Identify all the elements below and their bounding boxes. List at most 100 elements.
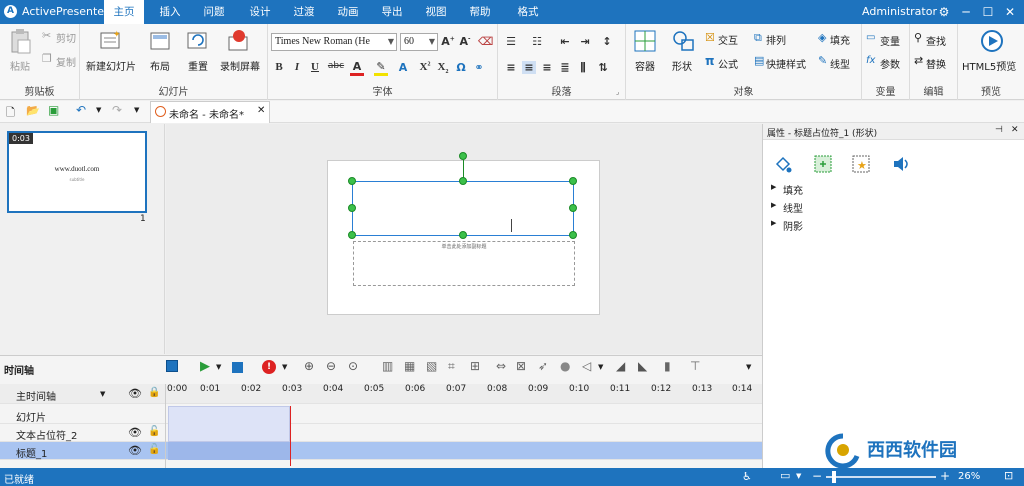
play-preview-icon[interactable] — [980, 29, 1004, 53]
reset-icon[interactable] — [187, 30, 209, 50]
underline-icon[interactable]: U — [308, 61, 322, 73]
resize-handle-ne[interactable] — [569, 177, 577, 185]
audio-icon[interactable] — [891, 154, 911, 174]
record-dropdown-icon[interactable]: ▼ — [282, 363, 287, 371]
zoom-slider-thumb[interactable] — [832, 471, 836, 483]
playhead-end-marker[interactable] — [290, 406, 291, 466]
layout-icon[interactable] — [150, 32, 170, 50]
tab-view[interactable]: 视图 — [418, 0, 454, 24]
arrange-button[interactable]: 排列 — [766, 32, 786, 47]
tab-animations[interactable]: 动画 — [330, 0, 366, 24]
title-object-bar[interactable] — [168, 442, 290, 460]
fill-button[interactable]: 填充 — [830, 32, 850, 47]
redo-icon[interactable]: ↷ — [112, 103, 122, 117]
line-icon[interactable]: ✎ — [818, 54, 827, 67]
fit-width-icon[interactable]: ⇔ — [496, 359, 506, 373]
tab-transitions[interactable]: 过渡 — [286, 0, 322, 24]
close-tab-icon[interactable]: ✕ — [257, 105, 265, 116]
tab-home[interactable]: 主页 — [104, 0, 144, 24]
cut-button[interactable]: 剪切 — [56, 30, 76, 45]
paste-icon[interactable] — [9, 28, 31, 54]
zoom-out-icon[interactable]: ⊖ — [326, 359, 336, 373]
undo-dropdown-icon[interactable]: ▼ — [96, 106, 101, 114]
slide-thumbnail[interactable]: 0:03 www.duotl.com subtitle — [7, 131, 147, 213]
resize-handle-e[interactable] — [569, 204, 577, 212]
tab-export[interactable]: 导出 — [374, 0, 410, 24]
params-icon[interactable]: fx — [866, 55, 875, 66]
fill-properties-icon[interactable] — [773, 154, 793, 174]
align-center-icon[interactable]: ≡ — [522, 61, 536, 74]
redo-dropdown-icon[interactable]: ▼ — [134, 106, 139, 114]
lock-icon[interactable]: 🔒 — [148, 387, 160, 398]
lock-icon[interactable]: 🔓 — [148, 444, 160, 455]
undo-icon[interactable]: ↶ — [76, 103, 86, 117]
text-direction-icon[interactable]: ⇅ — [596, 61, 610, 74]
zoom-out-button[interactable]: − — [812, 469, 822, 483]
track-row-text-placeholder[interactable]: 文本占位符_2 👁 🔓 — [0, 424, 762, 442]
shape-icon[interactable] — [672, 30, 696, 52]
play-icon[interactable]: ▶ — [200, 359, 210, 374]
section-line[interactable]: 线型 — [783, 200, 803, 215]
align-left-icon[interactable]: ≡ — [504, 61, 518, 74]
tab-format[interactable]: 格式 — [508, 0, 548, 24]
volume-icon[interactable]: ◁ — [582, 359, 591, 373]
params-button[interactable]: 参数 — [880, 56, 900, 71]
align-right-icon[interactable]: ≡ — [540, 61, 554, 74]
symbol-icon[interactable]: Ω — [454, 61, 468, 74]
line-style-button[interactable]: 线型 — [830, 56, 850, 71]
resize-handle-nw[interactable] — [348, 177, 356, 185]
reset-button[interactable]: 重置 — [188, 58, 208, 73]
record-icon[interactable]: ! — [262, 360, 276, 374]
replace-icon[interactable]: ⇄ — [914, 54, 923, 67]
copy-button[interactable]: 复制 — [56, 54, 76, 69]
cut-icon[interactable]: ✂ — [42, 29, 51, 42]
quick-style-icon[interactable]: ▤ — [754, 54, 764, 67]
paste-button[interactable]: 粘贴 — [10, 58, 30, 73]
tab-insert[interactable]: 插入 — [150, 0, 190, 24]
font-color-icon[interactable]: A — [350, 60, 364, 76]
variable-icon[interactable]: ▭ — [866, 32, 875, 43]
align-icon[interactable]: ▥ — [382, 359, 393, 373]
copy-icon[interactable]: ❐ — [42, 52, 52, 65]
formula-button[interactable]: 公式 — [718, 56, 738, 71]
justify-icon[interactable]: ≣ — [558, 61, 572, 74]
distribute-icon[interactable]: ▦ — [404, 359, 415, 373]
size-position-icon[interactable] — [813, 154, 833, 174]
bullets-icon[interactable]: ☰ — [504, 35, 518, 48]
columns-icon[interactable]: ⫼ — [576, 61, 590, 75]
visibility-icon[interactable]: 👁 — [128, 426, 142, 439]
resize-handle-se[interactable] — [569, 231, 577, 239]
clear-format-icon[interactable]: ⌫ — [478, 35, 494, 48]
decrease-indent-icon[interactable]: ⇤ — [558, 35, 572, 48]
cursor-path-icon[interactable]: ➶ — [538, 359, 548, 373]
font-family-select[interactable]: Times New Roman (He ▼ — [271, 33, 397, 51]
freeze-icon[interactable]: ⊠ — [516, 359, 526, 373]
text-effect-icon[interactable]: A — [396, 61, 410, 74]
opacity-icon[interactable]: ● — [560, 359, 570, 373]
grow-font-icon[interactable]: A+ — [441, 35, 455, 48]
user-name[interactable]: Administrator — [862, 5, 937, 18]
resize-handle-n[interactable] — [459, 177, 467, 185]
section-shadow[interactable]: 阴影 — [783, 218, 803, 233]
section-expand-icon[interactable]: ▶ — [771, 201, 776, 209]
strikethrough-icon[interactable]: abc — [326, 61, 346, 71]
new-document-icon[interactable]: 🗋 — [6, 104, 15, 123]
maximize-button[interactable]: ☐ — [978, 2, 998, 22]
resize-handle-sw[interactable] — [348, 231, 356, 239]
record-screen-button[interactable]: 录制屏幕 — [220, 58, 260, 73]
font-size-select[interactable]: 60 ▼ — [400, 33, 438, 51]
close-panel-icon[interactable]: ✕ — [1011, 125, 1019, 135]
replace-button[interactable]: 替换 — [926, 56, 946, 71]
layout-button[interactable]: 布局 — [150, 58, 170, 73]
subscript-icon[interactable]: X2 — [436, 61, 450, 75]
audio-level-icon[interactable]: ▮ — [664, 359, 671, 373]
bold-icon[interactable]: B — [272, 61, 286, 73]
shape-button[interactable]: 形状 — [672, 58, 692, 73]
close-button[interactable]: ✕ — [1000, 2, 1020, 22]
stop-icon[interactable] — [232, 362, 243, 373]
effects-icon[interactable]: ★ — [851, 154, 871, 174]
display-icon[interactable]: ▭ — [780, 469, 790, 482]
noise-icon[interactable]: ⊤ — [690, 359, 700, 373]
zoom-fit-icon[interactable]: ⊙ — [348, 359, 358, 373]
formula-icon[interactable]: π — [705, 54, 715, 68]
